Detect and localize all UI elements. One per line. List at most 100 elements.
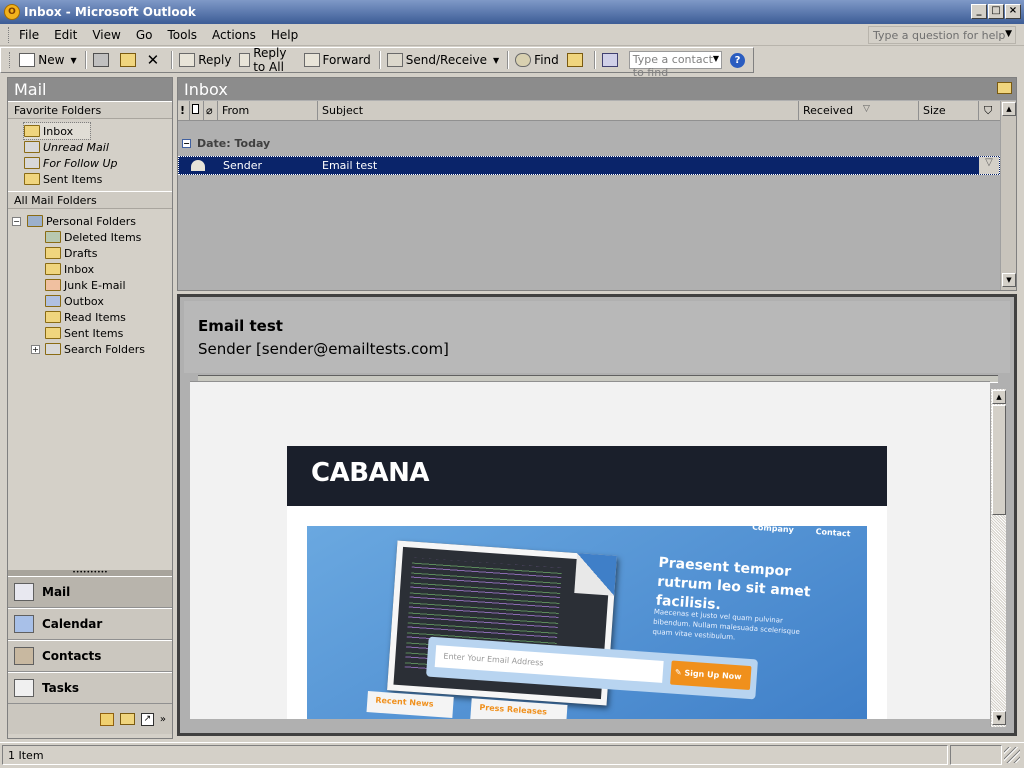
help-question-input[interactable]: Type a question for help ▼ [868,26,1016,44]
email-scroll-thumb[interactable] [992,405,1006,515]
reply-button[interactable]: Reply [179,53,231,67]
organize-button[interactable] [566,53,586,67]
status-bar: 1 Item [0,742,1024,766]
nav-contacts-button[interactable]: Contacts [8,640,172,672]
send-receive-dropdown-icon[interactable]: ▼ [493,56,499,65]
menu-edit[interactable]: Edit [54,28,77,42]
folder-drafts[interactable]: Drafts [45,245,172,261]
folder-deleted-items[interactable]: Deleted Items [45,229,172,245]
scroll-up-button[interactable]: ▲ [1002,102,1016,116]
new-mail-icon [19,53,36,67]
message-sender[interactable]: Sender [sender@emailtests.com] [198,340,449,358]
all-mail-folders-heading[interactable]: All Mail Folders [8,191,172,209]
column-headers: ! ⌀ From Subject Received ▽ Size ⛉ [178,101,1000,121]
outlook-app-icon[interactable]: O [4,4,20,20]
printer-icon [92,53,109,67]
personal-folders-label: Personal Folders [46,214,136,228]
folder-outbox[interactable]: Outbox [45,293,172,309]
favorite-inbox[interactable]: Inbox [23,122,91,140]
favorite-folders-heading[interactable]: Favorite Folders [8,101,172,119]
subject-column[interactable]: Subject [318,101,799,121]
print-button[interactable] [92,53,112,67]
folder-inbox[interactable]: Inbox [45,261,172,277]
message-subject: Email test [322,159,378,172]
favorite-inbox-label: Inbox [43,124,74,138]
contact-dropdown-icon[interactable]: ▼ [713,54,719,63]
email-scrollbar[interactable]: ▲ ▼ [990,389,1006,727]
toolbar-grip[interactable] [9,52,11,68]
nav-mail-button[interactable]: Mail [8,576,172,608]
hero-image[interactable]: Company Contact Praesent tempor rutrum l… [307,526,867,719]
collapse-icon[interactable]: − [12,216,21,226]
scroll-down-button[interactable]: ▼ [1002,273,1016,287]
find-contact-input[interactable]: Type a contact to find ▼ [628,51,722,79]
favorite-follow-up-label: For Follow Up [43,156,118,170]
group-collapse-icon[interactable]: − [182,139,191,148]
hero-email-input[interactable]: Enter Your Email Address [434,645,664,683]
folder-sent-items[interactable]: Sent Items [45,325,172,341]
shortcuts-icon[interactable]: ↗ [140,712,154,726]
folder-label: Deleted Items [64,230,142,244]
new-dropdown-icon[interactable]: ▼ [70,56,76,65]
send-receive-icon [386,53,403,67]
menu-view[interactable]: View [92,28,120,42]
menu-actions[interactable]: Actions [212,28,256,42]
maximize-button[interactable]: □ [988,4,1004,19]
menu-go[interactable]: Go [136,28,153,42]
menu-help[interactable]: Help [271,28,298,42]
favorite-follow-up[interactable]: For Follow Up [24,155,172,171]
new-button[interactable]: New ▼ [19,53,77,67]
drafts-icon [45,247,61,259]
menu-tools[interactable]: Tools [167,28,197,42]
received-column[interactable]: Received ▽ [799,101,919,121]
favorite-sent-items[interactable]: Sent Items [24,171,172,187]
folder-junk-email[interactable]: Junk E-mail [45,277,172,293]
flag-status-icon: ⛉ [984,104,993,117]
help-dropdown-icon[interactable]: ▼ [1005,29,1012,39]
inbox-icon [45,263,61,275]
message-row[interactable]: Sender Email test ▽ [178,156,1000,175]
folder-list-icon[interactable] [119,713,135,725]
nav-calendar-button[interactable]: Calendar [8,608,172,640]
forward-button[interactable]: Forward [303,53,371,67]
resize-grip[interactable] [1004,746,1020,763]
address-book-button[interactable] [601,53,621,67]
message-header: Email test Sender [sender@emailtests.com… [184,301,1010,383]
reply-all-button[interactable]: Reply to All [239,46,295,74]
notes-icon[interactable] [99,712,114,726]
folder-pane-icon[interactable] [997,82,1012,94]
importance-column[interactable]: ! [178,101,190,121]
email-scroll-down-button[interactable]: ▼ [992,711,1006,725]
expand-icon[interactable]: + [31,344,40,354]
delete-button[interactable]: ✕ [147,51,164,69]
outbox-icon [45,295,61,307]
signup-button[interactable]: ✎ Sign Up Now [670,660,752,691]
find-button[interactable]: Find [515,53,559,67]
flag-column[interactable]: ⛉ [979,101,1000,121]
icon-column[interactable] [190,101,204,121]
configure-buttons-icon[interactable]: » [160,714,166,725]
size-column[interactable]: Size [919,101,979,121]
favorite-unread-mail[interactable]: Unread Mail [24,139,172,155]
message-flag-icon[interactable]: ▽ [979,157,999,174]
nav-tasks-button[interactable]: Tasks [8,672,172,704]
attachment-column[interactable]: ⌀ [204,101,218,121]
from-column[interactable]: From [218,101,318,121]
email-scroll-up-button[interactable]: ▲ [992,390,1006,404]
nav-small-buttons: ↗ » [8,704,172,734]
date-group-header[interactable]: − Date: Today [182,137,270,150]
menu-grip[interactable] [8,26,11,43]
move-to-folder-button[interactable] [119,53,139,67]
help-button[interactable]: ? [730,52,745,68]
personal-folders[interactable]: − Personal Folders [12,213,172,229]
send-receive-button[interactable]: Send/Receive ▼ [386,53,499,67]
inbox-scrollbar[interactable]: ▲ ▼ [1000,101,1016,290]
close-button[interactable]: × [1005,4,1021,19]
contact-placeholder: Type a contact to find [632,53,713,79]
folder-read-items[interactable]: Read Items [45,309,172,325]
status-panel [950,744,1002,765]
minimize-button[interactable]: _ [971,4,987,19]
cabana-logo[interactable]: CABANA [287,446,887,506]
folder-search-folders[interactable]: + Search Folders [12,341,172,357]
menu-file[interactable]: File [19,28,39,42]
